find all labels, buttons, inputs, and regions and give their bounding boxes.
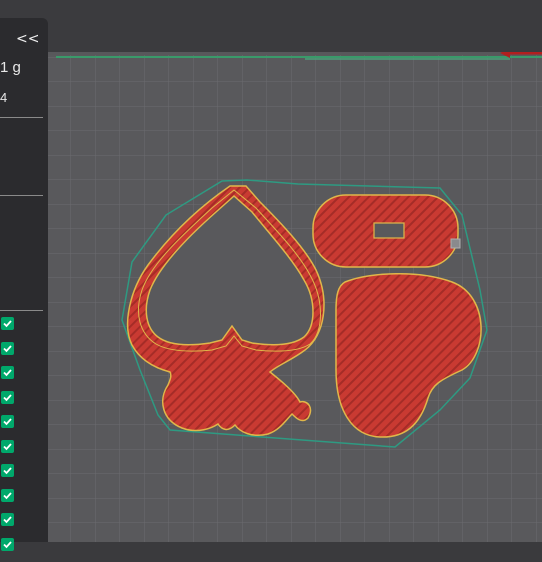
object-handle[interactable] bbox=[450, 238, 461, 249]
collapse-arrows-icon[interactable]: << bbox=[16, 30, 40, 48]
filament-weight: 1 g bbox=[0, 59, 21, 76]
checkbox-checked-icon[interactable] bbox=[1, 513, 14, 526]
rounded-rect-part[interactable] bbox=[312, 194, 459, 268]
divider bbox=[0, 195, 43, 196]
checkbox-checked-icon[interactable] bbox=[1, 341, 14, 355]
build-plate[interactable] bbox=[0, 0, 542, 542]
secondary-stat: 4 bbox=[0, 90, 8, 105]
checkbox-checked-icon[interactable] bbox=[1, 390, 14, 404]
checkbox-checked-icon[interactable] bbox=[1, 537, 14, 551]
checkbox-checked-icon[interactable] bbox=[1, 415, 14, 428]
checkbox-checked-icon[interactable] bbox=[1, 488, 14, 502]
divider bbox=[0, 117, 43, 118]
checkbox-checked-icon[interactable] bbox=[1, 439, 14, 453]
checkbox-checked-icon[interactable] bbox=[1, 464, 14, 477]
checkbox-list bbox=[1, 317, 15, 562]
left-panel: << 1 g 4 bbox=[0, 18, 48, 551]
checkbox-checked-icon[interactable] bbox=[1, 366, 14, 379]
checkbox-checked-icon[interactable] bbox=[1, 317, 14, 330]
divider bbox=[0, 310, 43, 311]
3d-viewport[interactable] bbox=[0, 0, 542, 542]
top-toolbar-area bbox=[0, 0, 542, 52]
